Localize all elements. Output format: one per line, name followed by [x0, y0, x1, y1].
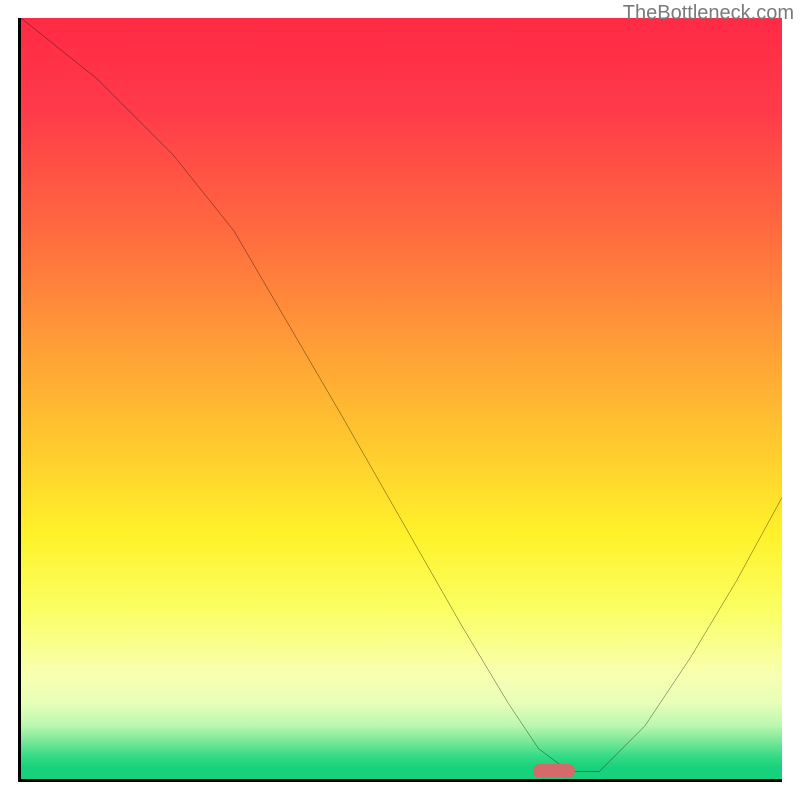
- plot-area: [18, 18, 782, 782]
- optimal-marker: [533, 764, 575, 778]
- severity-gradient: [21, 18, 782, 779]
- attribution-text: TheBottleneck.com: [623, 2, 794, 25]
- bottleneck-chart: TheBottleneck.com: [0, 0, 800, 800]
